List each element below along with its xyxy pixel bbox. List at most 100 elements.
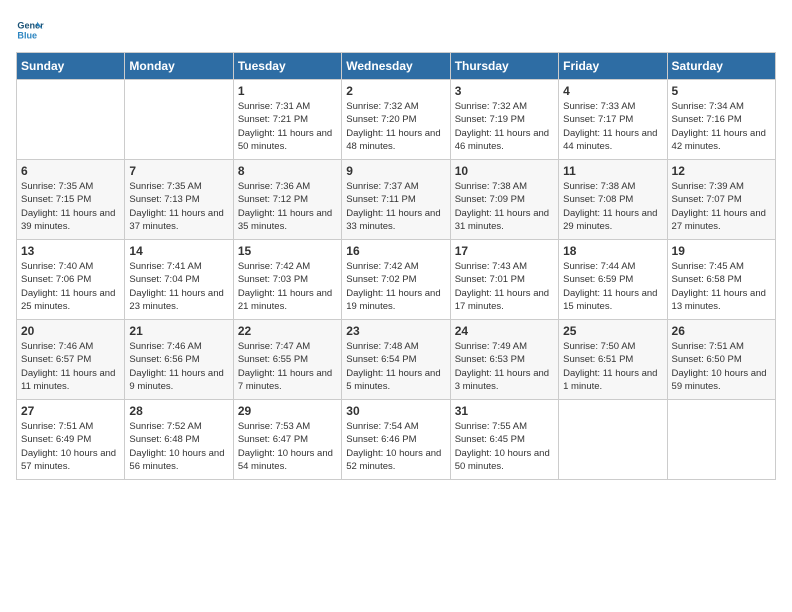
day-number: 11	[563, 164, 662, 178]
day-info: Sunrise: 7:45 AM Sunset: 6:58 PM Dayligh…	[672, 260, 771, 313]
day-number: 12	[672, 164, 771, 178]
calendar-week-row: 1Sunrise: 7:31 AM Sunset: 7:21 PM Daylig…	[17, 80, 776, 160]
day-number: 23	[346, 324, 445, 338]
day-info: Sunrise: 7:35 AM Sunset: 7:15 PM Dayligh…	[21, 180, 120, 233]
calendar-cell: 31 Sunrise: 7:55 AM Sunset: 6:45 PM Dayli…	[450, 400, 558, 480]
day-info: Sunrise: 7:51 AM Sunset: 6:49 PM Dayligh…	[21, 420, 120, 473]
day-info: Sunrise: 7:46 AM Sunset: 6:56 PM Dayligh…	[129, 340, 228, 393]
calendar-cell: 13Sunrise: 7:40 AM Sunset: 7:06 PM Dayli…	[17, 240, 125, 320]
day-number: 24	[455, 324, 554, 338]
day-info: Sunrise: 7:42 AM Sunset: 7:03 PM Dayligh…	[238, 260, 337, 313]
day-info: Sunrise: 7:48 AM Sunset: 6:54 PM Dayligh…	[346, 340, 445, 393]
day-number: 10	[455, 164, 554, 178]
calendar-cell: 23 Sunrise: 7:48 AM Sunset: 6:54 PM Dayli…	[342, 320, 450, 400]
calendar-cell: 24 Sunrise: 7:49 AM Sunset: 6:53 PM Dayli…	[450, 320, 558, 400]
day-number: 19	[672, 244, 771, 258]
day-info: Sunrise: 7:44 AM Sunset: 6:59 PM Dayligh…	[563, 260, 662, 313]
calendar-cell: 8Sunrise: 7:36 AM Sunset: 7:12 PM Daylig…	[233, 160, 341, 240]
day-number: 21	[129, 324, 228, 338]
calendar-cell: 19 Sunrise: 7:45 AM Sunset: 6:58 PM Dayli…	[667, 240, 775, 320]
day-number: 2	[346, 84, 445, 98]
day-info: Sunrise: 7:31 AM Sunset: 7:21 PM Dayligh…	[238, 100, 337, 153]
calendar-cell: 5Sunrise: 7:34 AM Sunset: 7:16 PM Daylig…	[667, 80, 775, 160]
calendar-cell: 26Sunrise: 7:51 AM Sunset: 6:50 PM Dayli…	[667, 320, 775, 400]
day-number: 15	[238, 244, 337, 258]
day-number: 26	[672, 324, 771, 338]
day-info: Sunrise: 7:54 AM Sunset: 6:46 PM Dayligh…	[346, 420, 445, 473]
calendar-cell: 17Sunrise: 7:43 AM Sunset: 7:01 PM Dayli…	[450, 240, 558, 320]
calendar-cell: 30 Sunrise: 7:54 AM Sunset: 6:46 PM Dayli…	[342, 400, 450, 480]
day-number: 6	[21, 164, 120, 178]
calendar-cell: 7 Sunrise: 7:35 AM Sunset: 7:13 PM Daylig…	[125, 160, 233, 240]
day-info: Sunrise: 7:38 AM Sunset: 7:08 PM Dayligh…	[563, 180, 662, 233]
calendar-cell: 9 Sunrise: 7:37 AM Sunset: 7:11 PM Daylig…	[342, 160, 450, 240]
day-info: Sunrise: 7:55 AM Sunset: 6:45 PM Dayligh…	[455, 420, 554, 473]
day-info: Sunrise: 7:39 AM Sunset: 7:07 PM Dayligh…	[672, 180, 771, 233]
day-info: Sunrise: 7:35 AM Sunset: 7:13 PM Dayligh…	[129, 180, 228, 233]
calendar-week-row: 27Sunrise: 7:51 AM Sunset: 6:49 PM Dayli…	[17, 400, 776, 480]
weekday-header: Sunday	[17, 53, 125, 80]
calendar-week-row: 6 Sunrise: 7:35 AM Sunset: 7:15 PM Daylig…	[17, 160, 776, 240]
calendar-cell: 10 Sunrise: 7:38 AM Sunset: 7:09 PM Dayli…	[450, 160, 558, 240]
calendar-cell	[559, 400, 667, 480]
day-info: Sunrise: 7:40 AM Sunset: 7:06 PM Dayligh…	[21, 260, 120, 313]
day-number: 25	[563, 324, 662, 338]
calendar-cell	[667, 400, 775, 480]
calendar-cell: 16 Sunrise: 7:42 AM Sunset: 7:02 PM Dayli…	[342, 240, 450, 320]
weekday-header: Friday	[559, 53, 667, 80]
calendar-cell	[17, 80, 125, 160]
calendar-cell: 15 Sunrise: 7:42 AM Sunset: 7:03 PM Dayli…	[233, 240, 341, 320]
page-header: General Blue	[16, 16, 776, 44]
day-number: 9	[346, 164, 445, 178]
calendar-cell: 4 Sunrise: 7:33 AM Sunset: 7:17 PM Daylig…	[559, 80, 667, 160]
day-number: 16	[346, 244, 445, 258]
day-number: 4	[563, 84, 662, 98]
calendar-week-row: 20 Sunrise: 7:46 AM Sunset: 6:57 PM Dayli…	[17, 320, 776, 400]
day-number: 20	[21, 324, 120, 338]
calendar-week-row: 13Sunrise: 7:40 AM Sunset: 7:06 PM Dayli…	[17, 240, 776, 320]
calendar-body: 1Sunrise: 7:31 AM Sunset: 7:21 PM Daylig…	[17, 80, 776, 480]
day-number: 5	[672, 84, 771, 98]
calendar-table: SundayMondayTuesdayWednesdayThursdayFrid…	[16, 52, 776, 480]
calendar-cell: 21 Sunrise: 7:46 AM Sunset: 6:56 PM Dayli…	[125, 320, 233, 400]
day-info: Sunrise: 7:52 AM Sunset: 6:48 PM Dayligh…	[129, 420, 228, 473]
weekday-header: Monday	[125, 53, 233, 80]
calendar-cell: 14Sunrise: 7:41 AM Sunset: 7:04 PM Dayli…	[125, 240, 233, 320]
calendar-cell: 6 Sunrise: 7:35 AM Sunset: 7:15 PM Daylig…	[17, 160, 125, 240]
calendar-cell: 1Sunrise: 7:31 AM Sunset: 7:21 PM Daylig…	[233, 80, 341, 160]
day-number: 30	[346, 404, 445, 418]
calendar-cell: 22 Sunrise: 7:47 AM Sunset: 6:55 PM Dayli…	[233, 320, 341, 400]
day-number: 7	[129, 164, 228, 178]
day-number: 22	[238, 324, 337, 338]
calendar-header-row: SundayMondayTuesdayWednesdayThursdayFrid…	[17, 53, 776, 80]
day-info: Sunrise: 7:53 AM Sunset: 6:47 PM Dayligh…	[238, 420, 337, 473]
day-info: Sunrise: 7:37 AM Sunset: 7:11 PM Dayligh…	[346, 180, 445, 233]
day-info: Sunrise: 7:49 AM Sunset: 6:53 PM Dayligh…	[455, 340, 554, 393]
day-info: Sunrise: 7:38 AM Sunset: 7:09 PM Dayligh…	[455, 180, 554, 233]
day-info: Sunrise: 7:36 AM Sunset: 7:12 PM Dayligh…	[238, 180, 337, 233]
svg-text:Blue: Blue	[17, 30, 37, 40]
day-number: 18	[563, 244, 662, 258]
calendar-cell	[125, 80, 233, 160]
day-info: Sunrise: 7:46 AM Sunset: 6:57 PM Dayligh…	[21, 340, 120, 393]
day-info: Sunrise: 7:50 AM Sunset: 6:51 PM Dayligh…	[563, 340, 662, 393]
day-info: Sunrise: 7:47 AM Sunset: 6:55 PM Dayligh…	[238, 340, 337, 393]
calendar-cell: 12 Sunrise: 7:39 AM Sunset: 7:07 PM Dayli…	[667, 160, 775, 240]
weekday-header: Saturday	[667, 53, 775, 80]
logo: General Blue	[16, 16, 44, 44]
weekday-header: Wednesday	[342, 53, 450, 80]
logo-icon: General Blue	[16, 16, 44, 44]
calendar-cell: 2 Sunrise: 7:32 AM Sunset: 7:20 PM Daylig…	[342, 80, 450, 160]
calendar-cell: 20 Sunrise: 7:46 AM Sunset: 6:57 PM Dayli…	[17, 320, 125, 400]
day-number: 31	[455, 404, 554, 418]
calendar-cell: 27Sunrise: 7:51 AM Sunset: 6:49 PM Dayli…	[17, 400, 125, 480]
day-info: Sunrise: 7:32 AM Sunset: 7:20 PM Dayligh…	[346, 100, 445, 153]
calendar-cell: 29Sunrise: 7:53 AM Sunset: 6:47 PM Dayli…	[233, 400, 341, 480]
calendar-cell: 25 Sunrise: 7:50 AM Sunset: 6:51 PM Dayli…	[559, 320, 667, 400]
day-info: Sunrise: 7:32 AM Sunset: 7:19 PM Dayligh…	[455, 100, 554, 153]
day-info: Sunrise: 7:42 AM Sunset: 7:02 PM Dayligh…	[346, 260, 445, 313]
calendar-cell: 28 Sunrise: 7:52 AM Sunset: 6:48 PM Dayli…	[125, 400, 233, 480]
day-info: Sunrise: 7:33 AM Sunset: 7:17 PM Dayligh…	[563, 100, 662, 153]
day-info: Sunrise: 7:41 AM Sunset: 7:04 PM Dayligh…	[129, 260, 228, 313]
day-number: 28	[129, 404, 228, 418]
